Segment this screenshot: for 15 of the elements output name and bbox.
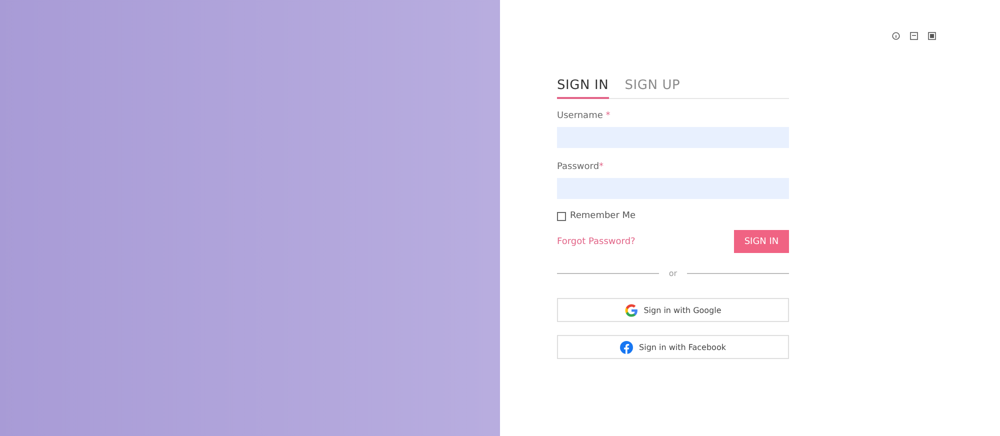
google-logo-icon bbox=[624, 304, 638, 316]
info-icon[interactable] bbox=[892, 32, 900, 40]
social-sign-in-button[interactable]: Sign in with Google bbox=[557, 298, 789, 322]
facebook-logo-icon bbox=[620, 340, 634, 354]
required-mark: * bbox=[599, 162, 604, 172]
tab[interactable]: SIGN IN bbox=[557, 78, 609, 99]
window-icon[interactable] bbox=[910, 32, 918, 40]
required-mark: * bbox=[604, 111, 610, 121]
checkbox[interactable] bbox=[557, 212, 566, 220]
checkbox-label: Remember Me bbox=[570, 211, 636, 221]
square-icon[interactable] bbox=[928, 32, 936, 40]
field-label: Username bbox=[557, 111, 603, 121]
field-label: Password bbox=[557, 162, 600, 172]
social-sign-in-button[interactable]: Sign in with Facebook bbox=[557, 335, 789, 359]
divider-label: or bbox=[668, 269, 678, 278]
